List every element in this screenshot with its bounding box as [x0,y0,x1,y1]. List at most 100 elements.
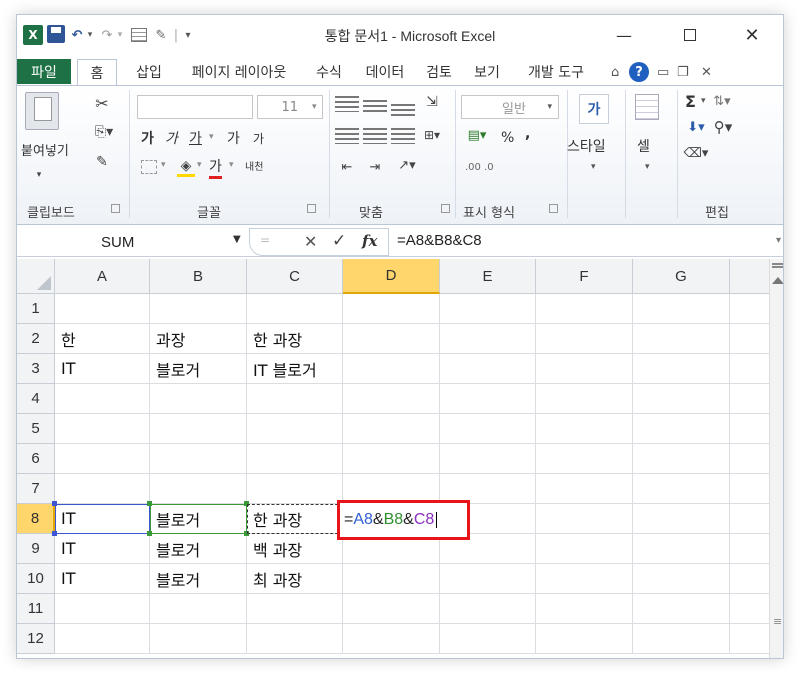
alignment-launcher-icon[interactable] [441,204,450,213]
cell-g12[interactable] [633,624,730,654]
column-header-b[interactable]: B [150,259,247,294]
cell-c6[interactable] [247,444,343,474]
close-button[interactable]: ✕ [729,21,775,49]
cell-c1[interactable] [247,294,343,324]
cells-dropdown-icon[interactable]: ▾ [645,162,650,172]
row-header-2[interactable]: 2 [17,324,55,354]
cell-b4[interactable] [150,384,247,414]
cell-overflow[interactable] [730,624,769,654]
font-name-combo[interactable] [137,95,253,119]
font-launcher-icon[interactable] [307,204,316,213]
cell-g8[interactable] [633,504,730,534]
cell-overflow[interactable] [730,504,769,534]
italic-button[interactable]: 가 [165,128,178,148]
cell-d8-editor[interactable]: = A8 & B8 & C8 [337,500,470,540]
comma-button[interactable]: , [525,126,530,142]
cell-c12[interactable] [247,624,343,654]
align-center-icon[interactable] [363,128,387,144]
cell-c7[interactable] [247,474,343,504]
cell-overflow[interactable] [730,534,769,564]
maximize-button[interactable] [667,21,713,49]
reference-resize-handle[interactable] [147,501,152,506]
percent-button[interactable]: % [501,130,514,146]
minimize-ribbon-icon[interactable]: ⌂ [611,65,619,80]
styles-dropdown-icon[interactable]: ▾ [591,162,596,172]
cell-overflow[interactable] [730,354,769,384]
paste-button[interactable]: 붙여넣기 [21,140,69,159]
enter-icon[interactable]: ✓ [332,231,346,251]
cell-c3[interactable]: IT 블로거 [247,354,343,384]
cell-c11[interactable] [247,594,343,624]
reference-resize-handle[interactable] [52,501,57,506]
cell-a8[interactable]: IT [55,504,150,534]
cell-f3[interactable] [536,354,633,384]
cell-f2[interactable] [536,324,633,354]
cell-c5[interactable] [247,414,343,444]
font-color-button[interactable]: 가 [209,156,222,179]
find-select-icon[interactable]: ⚲▾ [711,118,735,136]
cell-e3[interactable] [440,354,536,384]
cell-a4[interactable] [55,384,150,414]
fill-color-icon[interactable]: ◈ [177,158,195,177]
tab-developer[interactable]: 개발 도구 [515,59,597,85]
styles-icon[interactable]: 가 [579,94,609,124]
align-bottom-icon[interactable] [391,104,415,116]
reference-resize-handle[interactable] [52,531,57,536]
cell-c8[interactable]: 한 과장 [247,504,343,534]
cell-b11[interactable] [150,594,247,624]
grow-font-button[interactable]: 가 [227,128,240,148]
cell-f9[interactable] [536,534,633,564]
reference-resize-handle[interactable] [244,501,249,506]
cell-f10[interactable] [536,564,633,594]
cell-f12[interactable] [536,624,633,654]
font-size-combo[interactable]: 11 ▾ [257,95,323,119]
cell-f4[interactable] [536,384,633,414]
cell-a11[interactable] [55,594,150,624]
increase-indent-icon[interactable]: ⇥ [363,160,387,175]
restore-workbook-icon[interactable]: ❐ [677,65,689,80]
align-middle-icon[interactable] [363,100,387,114]
number-launcher-icon[interactable] [549,204,558,213]
cell-c10[interactable]: 최 과장 [247,564,343,594]
column-header-d[interactable]: D [343,259,440,294]
cell-overflow[interactable] [730,594,769,624]
row-header-1[interactable]: 1 [17,294,55,324]
cell-d12[interactable] [343,624,440,654]
cell-g10[interactable] [633,564,730,594]
cell-f8[interactable] [536,504,633,534]
cell-e1[interactable] [440,294,536,324]
minimize-button[interactable]: — [601,21,647,49]
name-box-dropdown-icon[interactable]: ▼ [233,234,241,245]
cell-f6[interactable] [536,444,633,474]
format-painter-icon[interactable]: ✎ [93,154,111,170]
row-header-6[interactable]: 6 [17,444,55,474]
font-color-dropdown-icon[interactable]: ▾ [229,160,234,170]
wrap-text-icon[interactable]: ⇲ [421,94,443,110]
autosum-dropdown-icon[interactable]: ▾ [701,96,706,106]
cell-b3[interactable]: 블로거 [150,354,247,384]
cell-b10[interactable]: 블로거 [150,564,247,594]
tab-data[interactable]: 데이터 [357,59,413,85]
decimal-buttons[interactable]: .00 .0 [465,162,494,173]
borders-dropdown-icon[interactable]: ▾ [161,160,166,170]
row-header-3[interactable]: 3 [17,354,55,384]
cell-f11[interactable] [536,594,633,624]
orientation-icon[interactable]: ↗▾ [395,158,419,173]
tab-file[interactable]: 파일 [17,59,71,84]
cell-b9[interactable]: 블로거 [150,534,247,564]
cell-e11[interactable] [440,594,536,624]
row-header-7[interactable]: 7 [17,474,55,504]
underline-button[interactable]: 가 [189,128,202,148]
cell-d5[interactable] [343,414,440,444]
column-header-c[interactable]: C [247,259,343,294]
cells-button[interactable]: 셀 [637,136,650,156]
tab-view[interactable]: 보기 [467,59,507,85]
formula-input[interactable]: =A8&B8&C8 [397,232,482,249]
cell-g4[interactable] [633,384,730,414]
row-header-12[interactable]: 12 [17,624,55,654]
cell-c9[interactable]: 백 과장 [247,534,343,564]
cell-b8[interactable]: 블로거 [150,504,247,534]
cell-a7[interactable] [55,474,150,504]
tab-page-layout[interactable]: 페이지 레이아웃 [177,59,301,85]
cut-icon[interactable]: ✂ [93,94,111,113]
